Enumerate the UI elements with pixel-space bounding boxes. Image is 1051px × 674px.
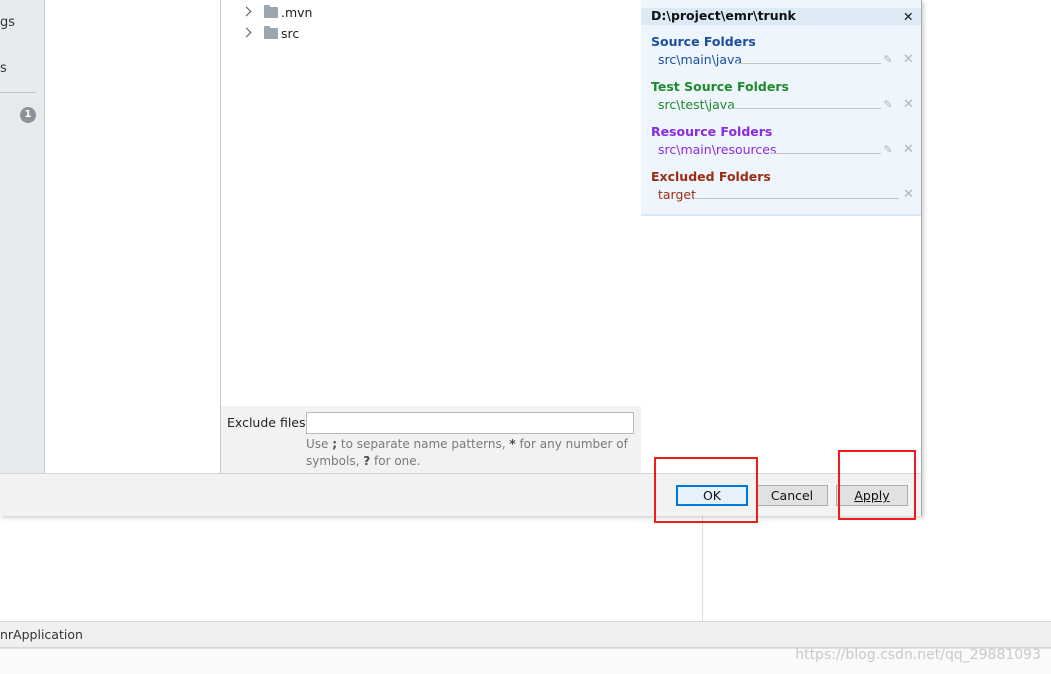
resource-folders-title: Resource Folders (651, 124, 773, 139)
edit-pencil-icon[interactable]: ✎ (883, 54, 893, 65)
run-config-bar[interactable]: nrApplication (0, 621, 1051, 648)
chevron-right-icon[interactable] (241, 27, 252, 38)
remove-icon[interactable]: ✕ (903, 143, 914, 156)
problems-badge[interactable]: 1 (20, 107, 36, 123)
edit-pencil-icon[interactable]: ✎ (883, 144, 893, 155)
nav-item-settings[interactable]: gs (0, 15, 15, 30)
source-folder-path[interactable]: src\main\java (658, 52, 742, 67)
test-source-folders-title: Test Source Folders (651, 79, 789, 94)
resource-folder-path[interactable]: src\main\resources (658, 142, 776, 157)
exclude-files-input[interactable] (306, 412, 634, 434)
remove-root-icon[interactable]: ✕ (903, 10, 913, 23)
cancel-button[interactable]: Cancel (756, 485, 828, 506)
content-root-header: D:\project\emr\trunk ✕ (641, 8, 921, 25)
nav-item-modules[interactable]: s (0, 61, 7, 76)
tree-item-label: src (281, 26, 300, 41)
excluded-folder-path[interactable]: target (658, 187, 696, 202)
content-root-box: D:\project\emr\trunk ✕ Source Folders sr… (641, 0, 921, 216)
dialog-button-bar: OK Cancel Apply (0, 473, 921, 516)
folder-icon (264, 26, 278, 39)
folder-icon (264, 5, 278, 18)
tree-item-label: .mvn (281, 5, 313, 20)
edit-pencil-icon[interactable]: ✎ (883, 99, 893, 110)
content-roots-panel: D:\project\emr\trunk ✕ Source Folders sr… (641, 0, 921, 473)
hint-text-2: to separate name patterns, (337, 437, 510, 451)
remove-icon[interactable]: ✕ (903, 98, 914, 111)
exclude-files-area: Exclude files: Use ; to separate name pa… (221, 406, 641, 473)
test-source-folder-path[interactable]: src\test\java (658, 97, 735, 112)
hint-text-1: Use (306, 437, 333, 451)
watermark: https://blog.csdn.net/qq_29881093 (795, 647, 1041, 663)
excluded-folder-underline (694, 198, 899, 199)
source-folders-title: Source Folders (651, 34, 756, 49)
resource-folder-underline (771, 153, 881, 154)
nav-separator (0, 92, 36, 93)
excluded-folders-title: Excluded Folders (651, 169, 771, 184)
content-tree-panel: .mvn src Exclude files: Use ; to separat… (220, 0, 642, 473)
source-folder-underline (736, 63, 881, 64)
chevron-right-icon[interactable] (241, 6, 252, 17)
settings-nav-strip: gs s 1 (0, 0, 45, 473)
run-config-name: nrApplication (0, 627, 83, 642)
editor-divider (702, 515, 703, 621)
exclude-files-label: Exclude files: (227, 415, 310, 430)
content-root-path: D:\project\emr\trunk (651, 8, 796, 23)
test-source-folder-underline (730, 108, 881, 109)
hint-text-4: for one. (370, 454, 421, 468)
remove-icon[interactable]: ✕ (903, 188, 914, 201)
remove-icon[interactable]: ✕ (903, 53, 914, 66)
module-list-panel (45, 0, 220, 473)
apply-highlight-annotation (838, 450, 916, 520)
tree-row-mvn[interactable]: .mvn (221, 5, 641, 25)
exclude-files-hint: Use ; to separate name patterns, * for a… (306, 436, 636, 470)
tree-row-src[interactable]: src (221, 26, 641, 46)
ok-highlight-annotation (654, 457, 758, 523)
project-structure-dialog: gs s 1 .mvn src Exclude files: Use ; to … (0, 0, 922, 516)
